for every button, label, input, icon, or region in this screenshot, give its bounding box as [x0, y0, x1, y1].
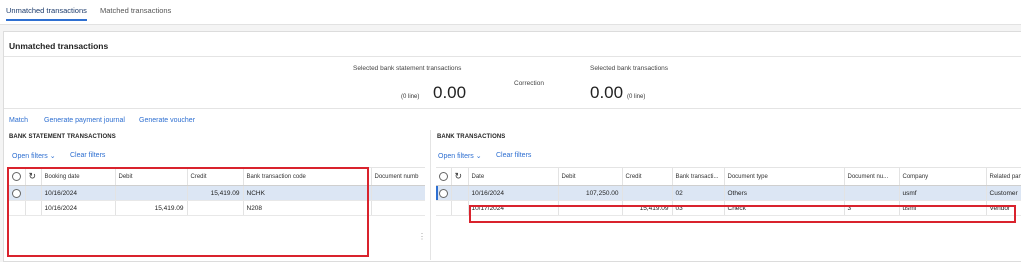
chevron-down-icon: ⌄ [49, 153, 56, 160]
bank-statement-grid-title: BANK STATEMENT TRANSACTIONS [9, 134, 116, 140]
selected-bank-label: Selected bank transactions [590, 65, 669, 72]
column-header-company[interactable]: Company [898, 168, 986, 186]
generate-voucher-button[interactable]: Generate voucher [139, 117, 195, 124]
column-header-document-number[interactable]: Document nu... [843, 168, 899, 186]
column-header-related-party[interactable]: Related part [985, 168, 1021, 186]
match-button[interactable]: Match [9, 117, 28, 124]
grid-splitter[interactable] [430, 130, 431, 260]
document-type-cell: Others [723, 185, 844, 201]
bank-clear-filters-button[interactable]: Clear filters [496, 152, 531, 159]
tab-bar: Unmatched transactions Matched transacti… [0, 0, 1021, 25]
open-filters-label: Open filters [12, 153, 48, 160]
selected-statement-value: 0.00 [433, 83, 467, 102]
row-select-radio[interactable] [439, 188, 448, 198]
document-number-cell [370, 185, 425, 201]
divider [4, 56, 1021, 57]
selected-bank-value: 0.00 [590, 83, 624, 102]
column-header-document-type[interactable]: Document type [723, 168, 844, 186]
bank-grid-title: BANK TRANSACTIONS [437, 134, 506, 140]
document-number-cell [370, 200, 425, 216]
statement-clear-filters-button[interactable]: Clear filters [70, 152, 105, 159]
document-number-cell [843, 185, 899, 201]
row-select-cell[interactable] [436, 185, 451, 201]
column-header-credit[interactable]: Credit [621, 168, 672, 186]
empty-cell [450, 185, 468, 201]
column-header-debit[interactable]: Debit [557, 168, 622, 186]
row-select-cell[interactable] [436, 200, 451, 216]
chevron-down-icon: ⌄ [475, 153, 482, 160]
refresh-icon[interactable]: ↻ [455, 171, 463, 181]
refresh-header[interactable]: ↻ [450, 168, 468, 186]
credit-cell [621, 185, 672, 201]
company-cell: usmf [898, 185, 986, 201]
row-selection-bar [436, 186, 438, 200]
debit-cell: 107,250.00 [557, 185, 622, 201]
date-cell: 10/16/2024 [467, 185, 558, 201]
column-header-date[interactable]: Date [467, 168, 558, 186]
bank-transaction-code-cell: 02 [671, 185, 724, 201]
tab-matched-transactions[interactable]: Matched transactions [100, 6, 171, 15]
selected-bank-unit: (0 line) [627, 94, 646, 100]
correction-label: Correction [514, 80, 544, 87]
table-row[interactable]: 10/16/2024 107,250.00 02 Others usmf Cus… [436, 185, 1021, 201]
bank-open-filters-button[interactable]: Open filters ⌄ [438, 152, 482, 160]
generate-payment-journal-button[interactable]: Generate payment journal [44, 117, 125, 124]
statement-open-filters-button[interactable]: Open filters ⌄ [12, 152, 56, 160]
related-party-cell: Customer [985, 185, 1021, 201]
page-title: Unmatched transactions [9, 41, 109, 51]
select-all-header[interactable] [436, 168, 451, 186]
selected-statement-unit: (0 line) [401, 94, 420, 100]
column-header-bank-transaction[interactable]: Bank transacti... [671, 168, 724, 186]
selected-statement-label: Selected bank statement transactions [353, 65, 462, 72]
column-header-document-number[interactable]: Document numb [370, 168, 425, 186]
highlight-box-bank [469, 205, 1016, 223]
tab-unmatched-transactions[interactable]: Unmatched transactions [6, 6, 87, 21]
highlight-box-statement [7, 167, 369, 257]
column-resize-handle[interactable]: ⋮ [418, 232, 426, 241]
divider [4, 108, 1021, 109]
empty-cell [450, 200, 468, 216]
open-filters-label: Open filters [438, 153, 474, 160]
select-all-radio[interactable] [439, 172, 448, 181]
